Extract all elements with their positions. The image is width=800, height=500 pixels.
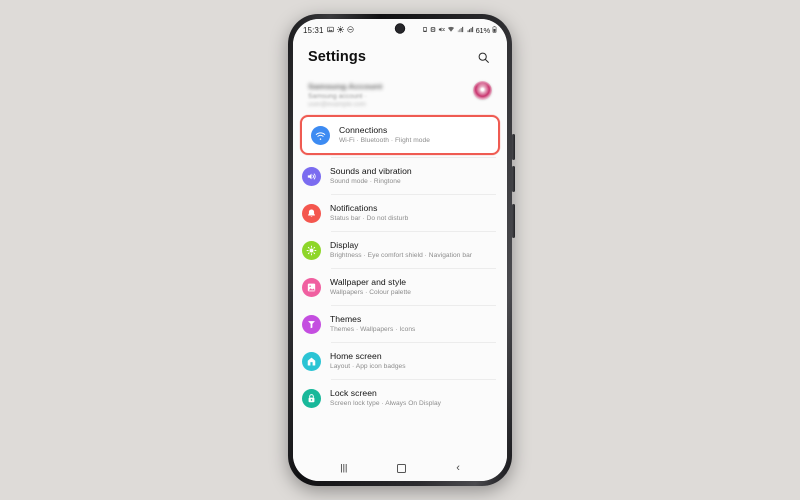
page-title: Settings <box>308 49 366 65</box>
samsung-account-row[interactable]: Samsung Account Samsung account · user@e… <box>302 73 498 113</box>
wallpaper-icon <box>302 277 321 297</box>
setting-subtitle: Status bar · Do not disturb <box>330 214 409 222</box>
setting-title: Lock screen <box>330 387 377 398</box>
connections-texts: Connections Wi-Fi · Bluetooth · Flight m… <box>339 125 430 146</box>
speaker-icon <box>302 166 321 186</box>
battery-percentage: 61% <box>475 25 491 35</box>
wifi-icon <box>447 26 455 35</box>
display-texts: Display Brightness · Eye comfort shield … <box>330 240 472 261</box>
sidebar-item-display[interactable]: Display Brightness · Eye comfort shield … <box>293 232 507 268</box>
status-time: 15:31 <box>303 25 324 35</box>
account-email: user@example.com <box>308 101 366 108</box>
sidebar-item-connections[interactable]: Connections Wi-Fi · Bluetooth · Flight m… <box>302 117 498 153</box>
navigation-bar: ||| ‹ <box>293 455 507 481</box>
search-icon[interactable] <box>473 47 493 67</box>
sidebar-item-themes[interactable]: Themes Themes · Wallpapers · Icons <box>293 306 507 342</box>
setting-subtitle: Layout · App icon badges <box>330 362 406 370</box>
recents-icon[interactable]: ||| <box>340 463 348 473</box>
brightness-icon <box>302 240 321 260</box>
scroll-fade-overlay <box>302 73 498 87</box>
screenshot-icon <box>430 26 436 35</box>
app-header: Settings <box>293 41 507 73</box>
connections-highlight-box: Connections Wi-Fi · Bluetooth · Flight m… <box>300 115 500 155</box>
brightness-icon <box>336 25 344 35</box>
setting-title: Themes <box>330 313 362 324</box>
status-bar-right: 61% <box>422 19 497 41</box>
sidebar-item-sounds-and-vibration[interactable]: Sounds and vibration Sound mode · Ringto… <box>293 158 507 194</box>
lock-screen-texts: Lock screen Screen lock type · Always On… <box>330 388 441 409</box>
status-bar: 15:31 61% <box>293 19 507 41</box>
signal-icon <box>467 26 474 35</box>
nfc-icon <box>422 26 428 35</box>
volume-down-button[interactable] <box>511 166 515 192</box>
do-not-disturb-icon <box>346 25 354 35</box>
back-icon[interactable]: ‹ <box>456 462 460 474</box>
battery-icon <box>492 25 497 35</box>
setting-title: Notifications <box>330 202 378 213</box>
mute-icon <box>438 26 445 35</box>
setting-subtitle: Wallpapers · Colour palette <box>330 288 411 296</box>
wallpaper-texts: Wallpaper and style Wallpapers · Colour … <box>330 277 411 298</box>
mobile-data-icon <box>457 26 465 35</box>
settings-list[interactable]: Samsung Account Samsung account · user@e… <box>293 73 507 455</box>
setting-title: Home screen <box>330 350 382 361</box>
wifi-icon <box>311 125 330 145</box>
volume-up-button[interactable] <box>511 134 515 160</box>
phone-frame: 15:31 61% Settings Samsung account · use… <box>288 14 515 486</box>
setting-subtitle: Wi-Fi · Bluetooth · Flight mode <box>339 136 430 144</box>
themes-texts: Themes Themes · Wallpapers · Icons <box>330 314 415 335</box>
lock-icon <box>302 388 321 408</box>
phone-screen: 15:31 61% Settings Samsung account · use… <box>293 19 507 481</box>
home-square-icon[interactable] <box>397 463 407 473</box>
home-icon <box>302 351 321 371</box>
setting-title: Display <box>330 239 359 250</box>
setting-title: Connections <box>339 124 388 135</box>
themes-icon <box>302 314 321 334</box>
setting-title: Wallpaper and style <box>330 276 407 287</box>
setting-subtitle: Themes · Wallpapers · Icons <box>330 325 416 333</box>
sidebar-item-home-screen[interactable]: Home screen Layout · App icon badges <box>293 343 507 379</box>
notification-bell-icon <box>302 203 321 223</box>
home-screen-texts: Home screen Layout · App icon badges <box>330 351 406 372</box>
setting-title: Sounds and vibration <box>330 165 412 176</box>
power-button[interactable] <box>511 204 515 238</box>
sidebar-item-notifications[interactable]: Notifications Status bar · Do not distur… <box>293 195 507 231</box>
setting-subtitle: Sound mode · Ringtone <box>330 177 401 185</box>
sidebar-item-lock-screen[interactable]: Lock screen Screen lock type · Always On… <box>293 380 507 416</box>
setting-subtitle: Brightness · Eye comfort shield · Naviga… <box>330 251 473 259</box>
sounds-texts: Sounds and vibration Sound mode · Ringto… <box>330 166 412 187</box>
image-icon <box>326 26 334 35</box>
status-bar-left: 15:31 <box>303 25 354 35</box>
setting-subtitle: Screen lock type · Always On Display <box>330 399 442 407</box>
notifications-texts: Notifications Status bar · Do not distur… <box>330 203 408 224</box>
sidebar-item-wallpaper-and-style[interactable]: Wallpaper and style Wallpapers · Colour … <box>293 269 507 305</box>
front-camera-icon <box>395 24 405 33</box>
account-subtitle: Samsung account · <box>308 93 367 100</box>
